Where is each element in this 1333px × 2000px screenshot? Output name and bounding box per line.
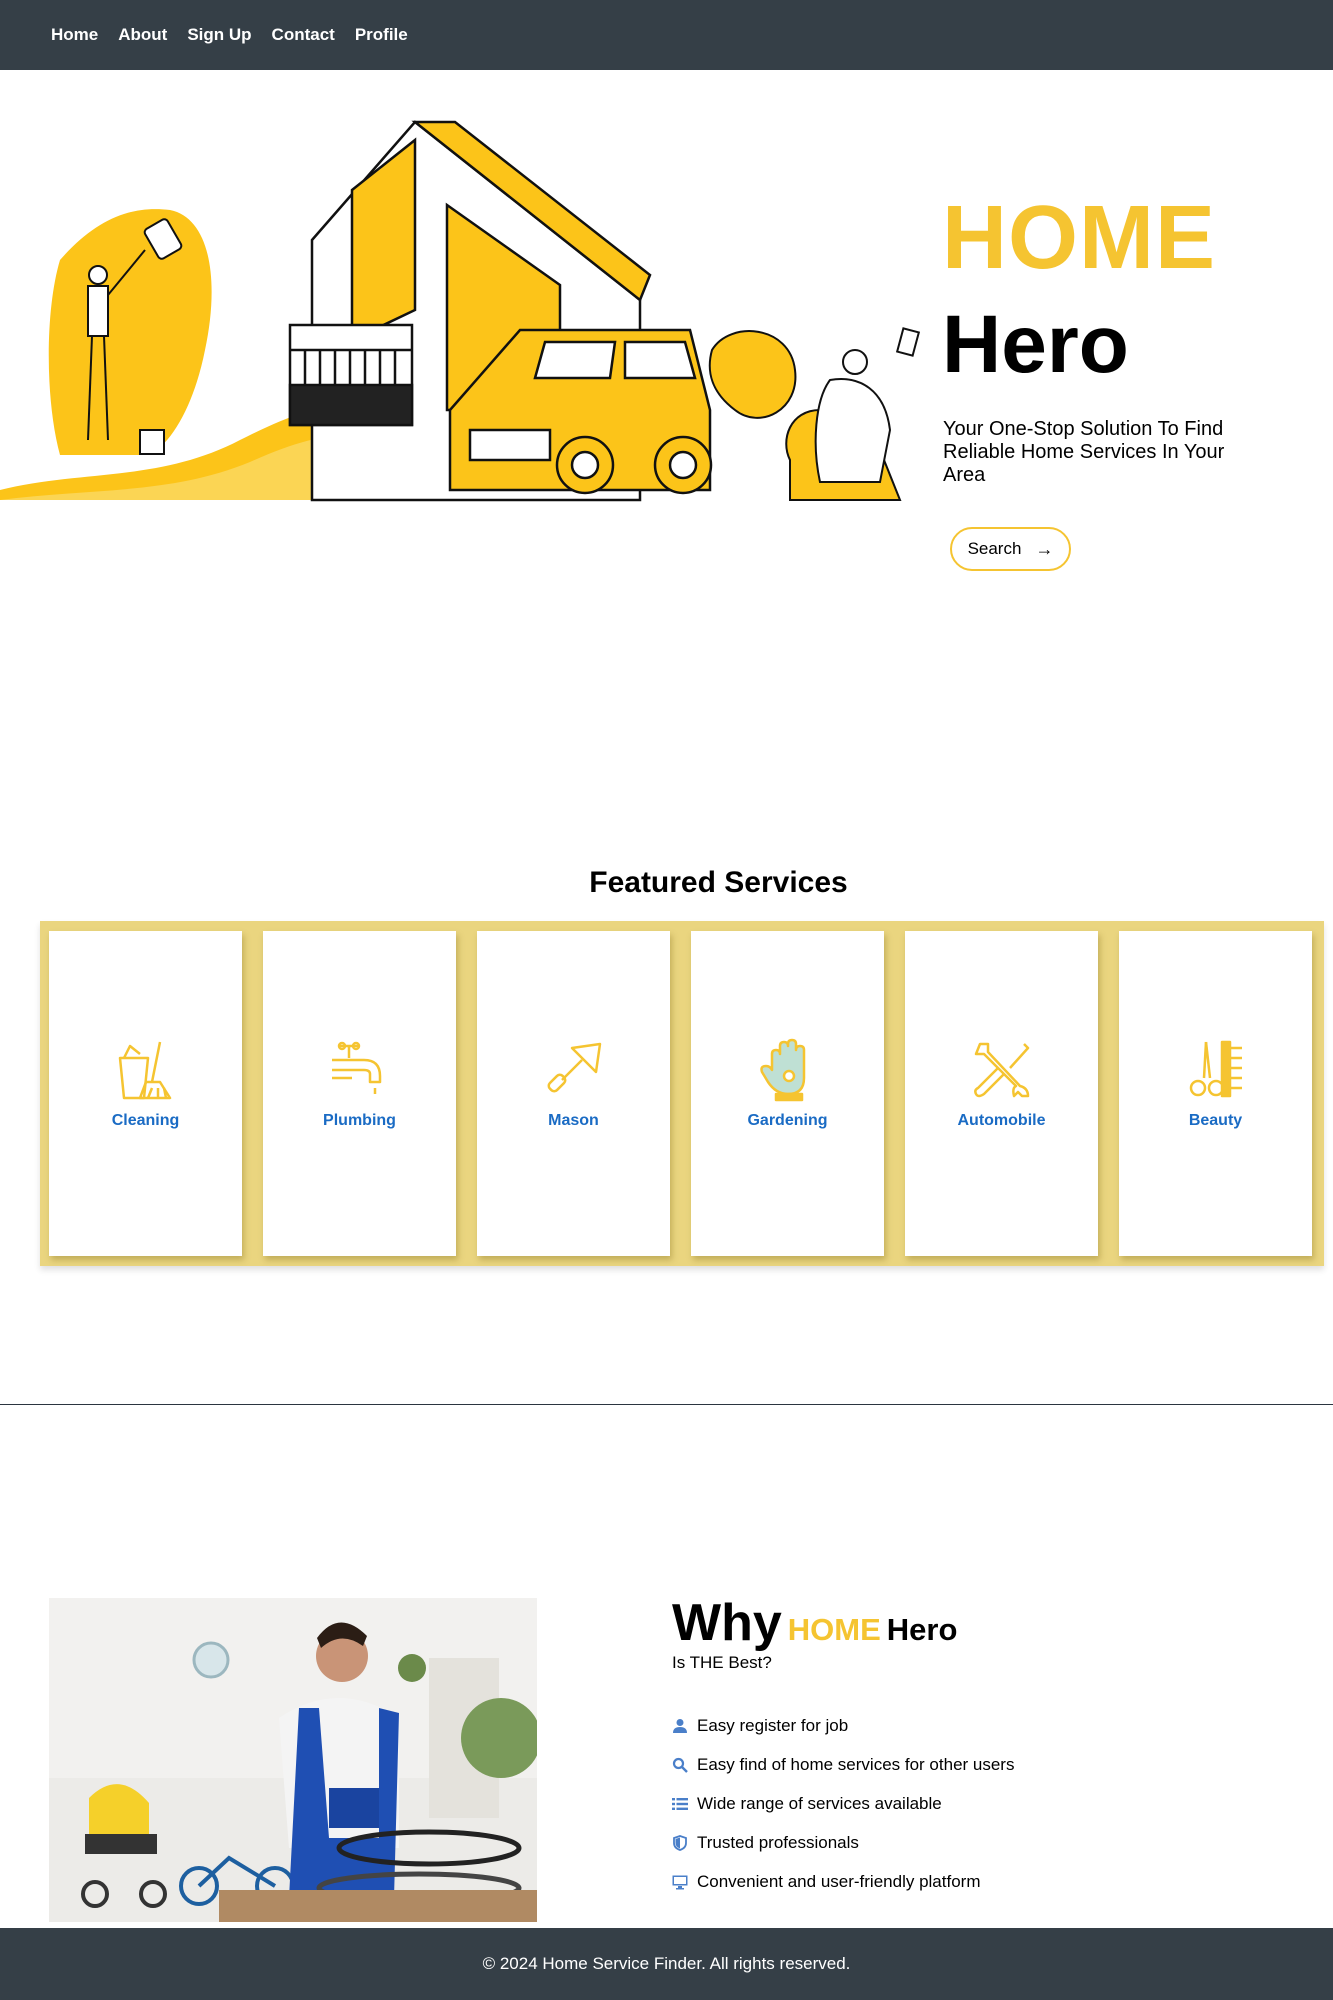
nav-contact-link[interactable]: Contact [272, 25, 335, 45]
shield-icon [673, 1834, 687, 1851]
nav-profile-link[interactable]: Profile [355, 25, 408, 45]
list-item-label: Wide range of services available [697, 1793, 942, 1813]
scissors-comb-icon [1189, 1040, 1242, 1098]
featured-services-title: Featured Services [589, 866, 848, 899]
hero-subtitle: Your One-Stop Solution To Find Reliable … [943, 418, 1225, 486]
trowel-icon [547, 1042, 601, 1093]
why-feature-list: Easy register for job Easy find of home … [672, 1706, 1014, 1901]
why-word: Why [672, 1594, 782, 1652]
service-label: Gardening [747, 1112, 828, 1129]
navbar: Home About Sign Up Contact Profile [0, 0, 1333, 70]
page: Home About Sign Up Contact Profile HOME … [0, 0, 1333, 2000]
service-card-mason[interactable]: Mason [477, 931, 670, 1256]
search-button-label: Search [967, 539, 1022, 558]
service-label: Automobile [957, 1112, 1046, 1129]
list-item-label: Easy register for job [697, 1715, 849, 1735]
glove-flower-icon [759, 1038, 805, 1102]
services-grid: Cleaning Plumbing Mason Gardening Automo… [40, 921, 1324, 1266]
hero-title-hero: Hero [942, 299, 1129, 390]
arrow-right-icon: → [1035, 538, 1054, 559]
why-subtitle: Is THE Best? [672, 1653, 772, 1672]
service-label: Mason [548, 1112, 599, 1129]
service-card-cleaning[interactable]: Cleaning [49, 931, 242, 1256]
faucet-icon [331, 1041, 381, 1094]
nav-signup-link[interactable]: Sign Up [187, 25, 251, 45]
why-heading: Why HOME Hero [672, 1593, 957, 1653]
list-item: Wide range of services available [672, 1784, 1014, 1823]
nav-about-link[interactable]: About [118, 25, 167, 45]
list-item-label: Easy find of home services for other use… [697, 1754, 1015, 1774]
hero-illustration [0, 120, 921, 502]
list-icon [672, 1797, 688, 1810]
service-card-beauty[interactable]: Beauty [1119, 931, 1312, 1256]
service-card-plumbing[interactable]: Plumbing [263, 931, 456, 1256]
list-item: Easy find of home services for other use… [672, 1745, 1014, 1784]
service-label: Cleaning [111, 1112, 180, 1129]
list-item: Convenient and user-friendly platform [672, 1862, 1014, 1901]
user-icon [673, 1718, 687, 1733]
search-icon [672, 1757, 688, 1773]
service-card-gardening[interactable]: Gardening [691, 931, 884, 1256]
bucket-broom-icon [118, 1041, 171, 1100]
list-item: Easy register for job [672, 1706, 1014, 1745]
service-card-automobile[interactable]: Automobile [905, 931, 1098, 1256]
list-item-label: Convenient and user-friendly platform [697, 1871, 981, 1891]
why-brand-home: HOME [787, 1612, 881, 1647]
monitor-icon [672, 1875, 688, 1889]
search-button[interactable]: Search → [950, 527, 1071, 571]
wrench-screwdriver-icon [973, 1042, 1029, 1098]
service-label: Beauty [1188, 1112, 1243, 1129]
footer: © 2024 Home Service Finder. All rights r… [0, 1928, 1333, 2000]
footer-copyright: © 2024 Home Service Finder. All rights r… [482, 1954, 851, 1973]
repairman-photo [49, 1598, 537, 1922]
why-brand-hero: Hero [886, 1612, 958, 1647]
list-item: Trusted professionals [672, 1823, 1014, 1862]
list-item-label: Trusted professionals [697, 1832, 859, 1852]
service-label: Plumbing [323, 1112, 396, 1129]
plant-woman [708, 327, 921, 501]
nav-home-link[interactable]: Home [51, 25, 98, 45]
hero-title-home: HOME [942, 188, 1216, 288]
section-divider [0, 1404, 1333, 1405]
